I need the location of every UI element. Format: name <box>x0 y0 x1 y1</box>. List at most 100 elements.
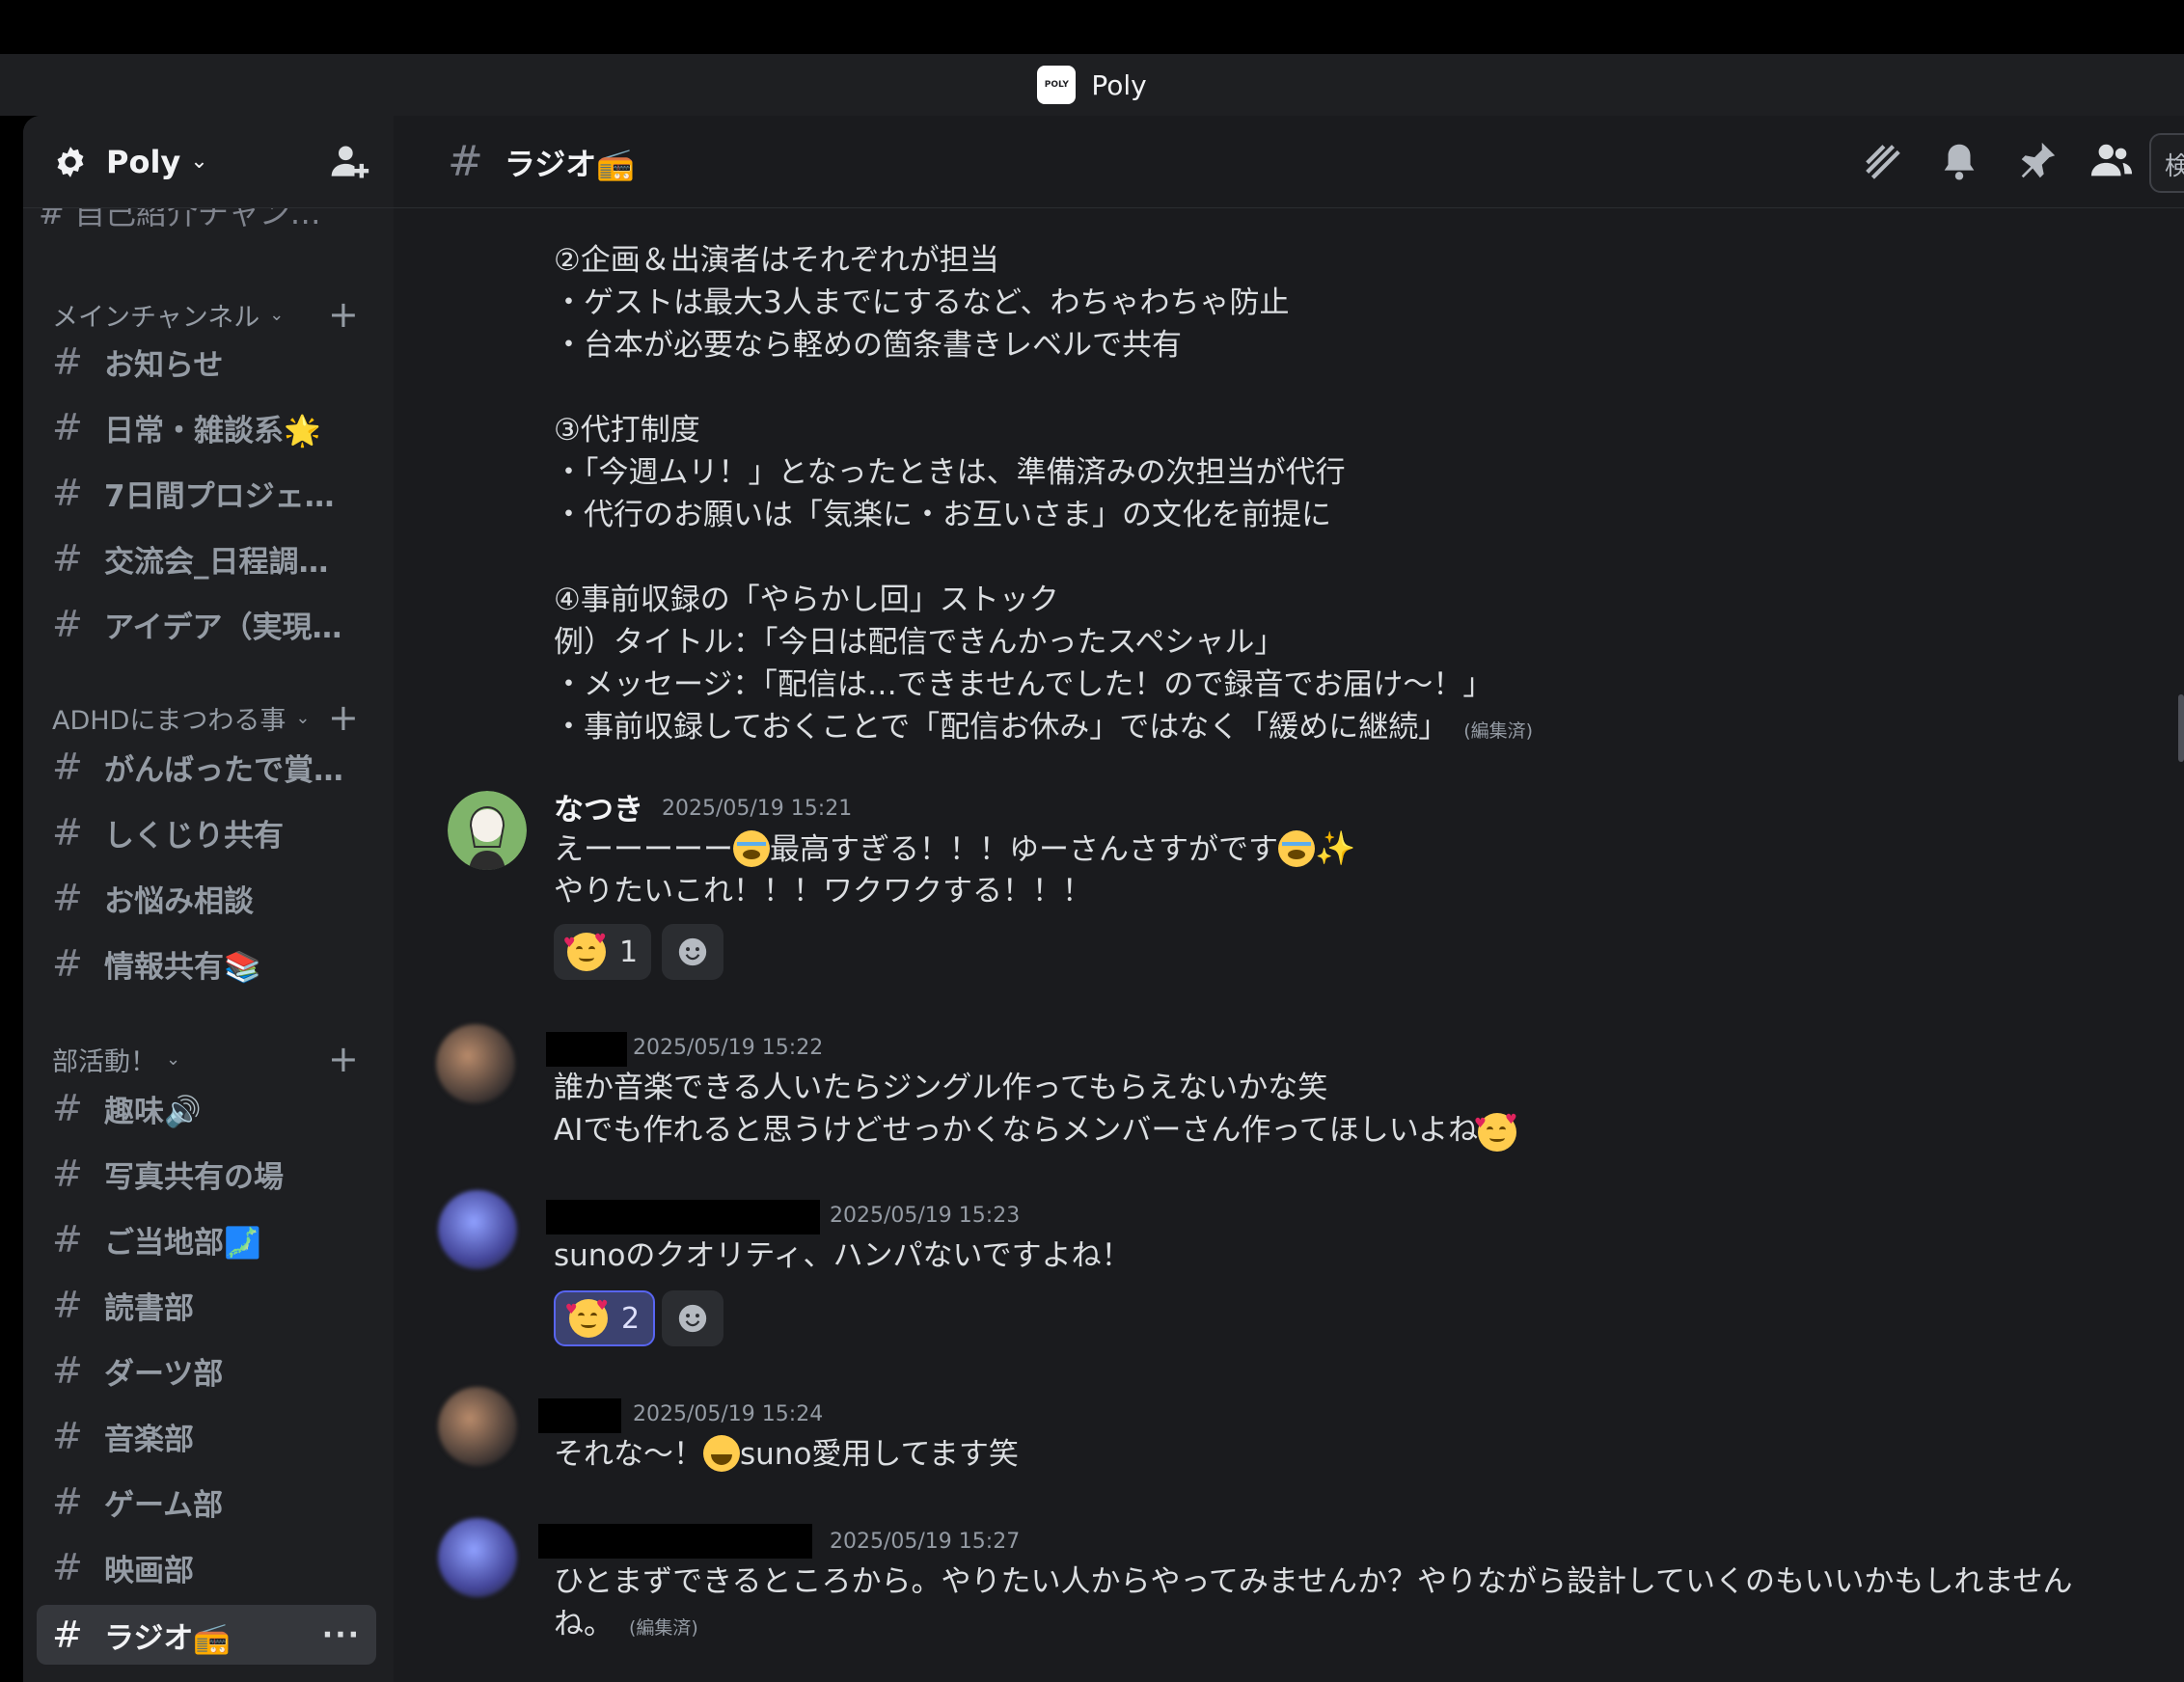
hash-icon: # <box>52 1087 83 1129</box>
add-channel-icon[interactable]: + <box>328 698 359 737</box>
channel-label: しくじり共有 <box>104 818 284 854</box>
message-timestamp: 2025/05/19 15:22 <box>633 1036 824 1060</box>
channel-item-cut-off[interactable]: # 自己紹介チャン… <box>39 208 321 235</box>
message-text: 誰か音楽できる人いたらジングル作ってもらえないかな笑 <box>554 1071 1328 1105</box>
channel-label: 趣味🔊 <box>104 1094 202 1129</box>
category-label: メインチャンネル <box>52 302 260 333</box>
message-text: えーーーーー 最高すぎる！！！ゆーさんさすがです ✨ <box>554 827 1355 871</box>
hash-icon: # <box>52 340 83 383</box>
invite-user-icon[interactable] <box>328 141 370 183</box>
search-input[interactable]: 検 <box>2149 133 2184 193</box>
member-list-icon[interactable] <box>2089 139 2134 183</box>
scrollbar-thumb[interactable] <box>2178 694 2184 762</box>
threads-icon[interactable] <box>1860 139 1904 183</box>
channel-item[interactable]: # しくじり共有 <box>37 804 376 860</box>
smiling-face-with-hearts-icon: ♥ ♥ <box>565 1299 609 1338</box>
channel-item[interactable]: # 情報共有📚 <box>37 936 376 991</box>
channel-item[interactable]: # アイデア（実現… <box>37 596 376 652</box>
message-text: それな〜！ suno愛用してます笑 <box>554 1433 1019 1476</box>
add-reaction-button[interactable] <box>662 1290 723 1346</box>
add-reaction-icon <box>678 937 707 966</box>
channel-item[interactable]: # 読書部 <box>37 1277 376 1333</box>
hash-icon: # <box>52 537 83 580</box>
channel-label: 音楽部 <box>104 1422 194 1457</box>
channel-item[interactable]: # お知らせ <box>37 334 376 390</box>
channel-item[interactable]: # がんばったで賞… <box>37 739 376 795</box>
redacted-author <box>546 1200 820 1234</box>
chevron-down-icon: ⌄ <box>166 1048 181 1070</box>
add-channel-icon[interactable]: + <box>328 295 359 334</box>
channel-item[interactable]: # 交流会_日程調… <box>37 530 376 586</box>
channel-item[interactable]: # 映画部 <box>37 1539 376 1595</box>
channel-item[interactable]: # 趣味🔊 <box>37 1080 376 1136</box>
crying-face-icon <box>733 830 770 867</box>
redacted-author <box>538 1524 812 1559</box>
server-header[interactable]: Poly ⌄ <box>23 116 394 208</box>
message-text: ・台本が必要なら軽めの箇条書きレベルで共有 <box>554 328 1182 363</box>
crying-face-icon <box>1278 830 1315 867</box>
channel-item[interactable]: # ダーツ部 <box>37 1343 376 1398</box>
message-text-content: えーーーーー <box>554 832 733 867</box>
channel-item-active[interactable]: # ラジオ📻 ··· <box>37 1605 376 1665</box>
message-text-content: AIでも作れると思うけどせっかくならメンバーさん作ってほしいよね <box>554 1113 1479 1148</box>
message-text: ね。 (編集済) <box>554 1603 698 1649</box>
bell-icon[interactable] <box>1937 139 1981 183</box>
chevron-down-icon: ⌄ <box>295 707 311 728</box>
edited-label: (編集済) <box>1463 720 1534 742</box>
chat-main: # ラジオ📻 検 ②企画＆出演者はそれぞれが担当 ・ゲストは最大3人までにするな… <box>394 116 2184 1682</box>
message-text: sunoのクオリティ、ハンパないですよね！ <box>554 1238 1132 1273</box>
message-text-content: ね。 <box>554 1607 614 1641</box>
channel-label: ゲーム部 <box>104 1487 224 1523</box>
channel-item[interactable]: # 写真共有の場 <box>37 1146 376 1202</box>
channel-label: ダーツ部 <box>104 1356 224 1392</box>
message-timestamp: 2025/05/19 15:23 <box>830 1204 1021 1228</box>
avatar[interactable] <box>438 1387 517 1466</box>
channel-item[interactable]: # ご当地部🗾 <box>37 1211 376 1267</box>
channel-label: 7日間プロジェ… <box>104 478 335 514</box>
channel-label: ラジオ📻 <box>104 1620 231 1656</box>
message-text: ひとまずできるところから。やりたい人からやってみませんか？やりながら設計していく… <box>554 1564 2073 1599</box>
channel-item[interactable]: # 音楽部 <box>37 1408 376 1464</box>
os-top-bar <box>0 0 2184 54</box>
channel-item[interactable]: # ゲーム部 <box>37 1474 376 1530</box>
channel-item[interactable]: #7日間プロジェ… <box>37 465 376 521</box>
channel-item[interactable]: # お悩み相談 <box>37 870 376 926</box>
hash-icon: # <box>52 406 83 448</box>
add-reaction-icon <box>678 1304 707 1333</box>
message-text: ④事前収録の「やらかし回」ストック <box>554 583 1059 617</box>
message-text: ・「今週ムリ！」となったときは、準備済みの次担当が代行 <box>554 455 1346 490</box>
avatar[interactable] <box>448 791 527 870</box>
channel-sidebar: Poly ⌄ # 自己紹介チャン… メインチャンネル ⌄ + # お知らせ # 日常… <box>23 116 394 1682</box>
more-options-icon[interactable]: ··· <box>322 1618 361 1652</box>
category-club[interactable]: 部活動！ ⌄ <box>52 1040 180 1078</box>
avatar[interactable] <box>436 1024 515 1103</box>
add-reaction-button[interactable] <box>662 924 723 980</box>
category-main[interactable]: メインチャンネル ⌄ <box>52 295 284 334</box>
message-timestamp: 2025/05/19 15:27 <box>830 1530 1021 1554</box>
hash-icon: # <box>52 877 83 919</box>
channel-label: 読書部 <box>104 1290 194 1326</box>
channel-label: アイデア（実現… <box>104 610 342 645</box>
add-channel-icon[interactable]: + <box>328 1040 359 1078</box>
message-text: AIでも作れると思うけどせっかくならメンバーさん作ってほしいよね ♥ ♥ <box>554 1109 1517 1152</box>
avatar[interactable] <box>438 1518 517 1597</box>
hash-icon: # <box>52 942 83 985</box>
hash-icon: # <box>52 472 83 514</box>
channel-label: ご当地部🗾 <box>104 1225 261 1261</box>
redacted-author <box>538 1398 621 1433</box>
channel-item[interactable]: # 日常・雑談系🌟 <box>37 399 376 455</box>
channel-label: 写真共有の場 <box>104 1159 284 1195</box>
message-author[interactable]: なつき <box>554 785 643 828</box>
channel-header: # ラジオ📻 検 <box>394 116 2184 208</box>
message-text-content: 最高すぎる！！！ゆーさんさすがです <box>770 832 1278 867</box>
pin-icon[interactable] <box>2014 139 2059 183</box>
chevron-down-icon: ⌄ <box>190 149 208 174</box>
hash-icon: # <box>52 1153 83 1195</box>
reaction-pill-selected[interactable]: ♥ ♥ 2 <box>554 1290 656 1346</box>
chevron-down-icon: ⌄ <box>269 304 285 325</box>
avatar[interactable] <box>438 1190 517 1269</box>
category-adhd[interactable]: ADHDにまつわる事 ⌄ <box>52 698 310 737</box>
reaction-pill[interactable]: ♥ ♥ 1 <box>554 924 652 980</box>
message-text: ③代打制度 <box>554 413 700 448</box>
hash-icon: # <box>52 811 83 854</box>
